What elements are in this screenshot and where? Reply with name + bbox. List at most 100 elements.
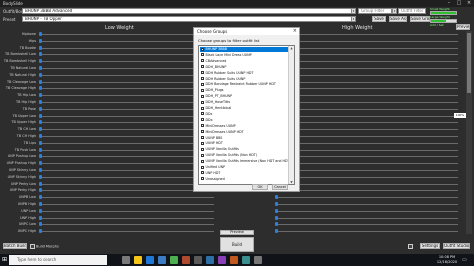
group-checkbox[interactable]	[201, 106, 204, 110]
high-weight-slider-track[interactable]	[276, 204, 458, 205]
low-weight-slider-track[interactable]	[40, 142, 214, 144]
preview-button[interactable]: Preview	[456, 24, 470, 30]
group-checkbox[interactable]	[201, 136, 204, 139]
high-weight-slider-track[interactable]	[276, 88, 458, 90]
minimize-icon[interactable]: –	[444, 0, 454, 7]
group-checkbox[interactable]	[201, 130, 204, 134]
group-list-item[interactable]: CBAdvanced	[200, 59, 288, 64]
low-weight-slider-track[interactable]	[40, 95, 214, 97]
low-weight-slider-track[interactable]	[40, 122, 214, 124]
group-list-item[interactable]: UNP HDT	[200, 171, 288, 176]
group-checkbox[interactable]	[201, 147, 204, 151]
outfit-studio-button[interactable]: Outfit Studio	[443, 243, 470, 249]
low-weight-slider-track[interactable]	[40, 197, 214, 199]
preset-dropdown[interactable]: BHUNP - TB Opper	[22, 16, 352, 22]
low-weight-slider-handle[interactable]	[39, 32, 42, 36]
low-weight-slider-handle[interactable]	[39, 154, 42, 159]
low-weight-slider-handle[interactable]	[39, 147, 42, 152]
low-weight-slider-track[interactable]	[40, 115, 214, 117]
high-weight-slider-track[interactable]	[276, 197, 458, 199]
low-weight-slider-handle[interactable]	[39, 174, 42, 179]
group-list-item[interactable]: DDx	[200, 118, 288, 123]
preset-dropdown-arrow-icon[interactable]: ▾	[351, 16, 356, 22]
high-weight-slider-track[interactable]	[276, 47, 458, 49]
group-checkbox[interactable]	[201, 124, 204, 128]
low-weight-slider-track[interactable]	[40, 149, 214, 151]
group-checkbox[interactable]	[201, 153, 204, 157]
high-weight-slider-track[interactable]	[276, 176, 458, 178]
low-weight-slider-handle[interactable]	[39, 120, 42, 125]
high-weight-slider-handle[interactable]	[275, 222, 278, 227]
low-weight-slider-track[interactable]	[40, 136, 214, 137]
notifications-icon[interactable]: ▭	[462, 257, 467, 263]
high-weight-slider-track[interactable]	[276, 81, 458, 83]
low-weight-slider-handle[interactable]	[39, 202, 42, 206]
low-weight-slider-handle[interactable]	[39, 161, 42, 166]
low-weight-slider-track[interactable]	[40, 88, 214, 90]
high-weight-slider-track[interactable]	[276, 183, 458, 185]
group-checkbox[interactable]	[201, 71, 204, 75]
high-weight-slider-track[interactable]	[276, 210, 458, 212]
group-list-item[interactable]: DDH_BHUNP	[200, 65, 288, 70]
low-weight-slider-handle[interactable]	[39, 59, 42, 64]
bodyslide-icon[interactable]	[254, 256, 262, 264]
taskbar-search[interactable]: Type here to search	[9, 255, 107, 265]
group-list-item[interactable]: UUNP HDT	[200, 141, 288, 146]
low-weight-slider-handle[interactable]	[39, 168, 42, 172]
low-weight-slider-handle[interactable]	[39, 52, 42, 57]
low-weight-slider-track[interactable]	[40, 176, 214, 178]
low-weight-slider-handle[interactable]	[39, 113, 42, 118]
high-weight-slider-track[interactable]	[276, 217, 458, 219]
high-weight-slider-handle[interactable]	[275, 202, 278, 206]
outfit-dropdown[interactable]: BHUNP 3BBB Advanced	[22, 8, 352, 14]
edge-icon[interactable]	[146, 256, 154, 264]
outfit-dropdown-arrow-icon[interactable]: ▾	[351, 8, 356, 14]
low-weight-slider-track[interactable]	[40, 102, 214, 103]
outfit-filter-input[interactable]: Outfit Filter	[398, 8, 426, 14]
group-list-item[interactable]: DDH_Plugs	[200, 88, 288, 93]
high-weight-slider-track[interactable]	[276, 34, 458, 35]
build-button[interactable]: Build	[220, 237, 254, 252]
low-weight-slider-handle[interactable]	[39, 215, 42, 220]
low-weight-slider-track[interactable]	[40, 108, 214, 110]
group-list-item[interactable]: MiniDresses UUNP	[200, 124, 288, 129]
settings-button[interactable]: Settings	[420, 243, 440, 249]
group-checkbox[interactable]	[201, 177, 204, 181]
group-list-item[interactable]: MiniDresses UUNP HDT	[200, 130, 288, 135]
low-weight-slider-track[interactable]	[40, 224, 214, 226]
group-checkbox[interactable]	[201, 47, 204, 51]
maximize-icon[interactable]: □	[454, 0, 464, 7]
low-weight-slider-track[interactable]	[40, 47, 214, 49]
group-checkbox[interactable]	[201, 82, 204, 86]
low-weight-slider-track[interactable]	[40, 170, 214, 171]
high-weight-slider-track[interactable]	[276, 149, 458, 151]
low-weight-slider-handle[interactable]	[39, 38, 42, 43]
dialog-close-icon[interactable]: ×	[293, 28, 297, 35]
save-button[interactable]: Save	[372, 16, 386, 22]
group-list-item[interactable]: DDs	[200, 112, 288, 117]
preview-bottom-button[interactable]: Preview	[220, 230, 254, 235]
group-checkbox[interactable]	[201, 59, 204, 63]
system-clock[interactable]: 10:08 PM 12/16/2020	[436, 255, 458, 264]
high-weight-slider-handle[interactable]	[275, 195, 278, 200]
low-weight-slider-track[interactable]	[40, 163, 214, 165]
low-weight-slider-track[interactable]	[40, 204, 214, 205]
high-weight-value[interactable]: 100%	[454, 112, 466, 118]
group-list-item[interactable]: Unassigned	[200, 177, 288, 182]
high-weight-slider-track[interactable]	[276, 190, 458, 192]
cancel-button[interactable]: Cancel	[272, 184, 288, 190]
group-checkbox[interactable]	[201, 77, 204, 80]
steam-icon[interactable]	[206, 256, 214, 264]
low-weight-slider-handle[interactable]	[39, 72, 42, 77]
scrollbar-thumb[interactable]	[467, 33, 471, 93]
batch-build-button[interactable]: Batch Build...	[3, 243, 27, 249]
group-checkbox[interactable]	[201, 88, 204, 92]
high-weight-slider-track[interactable]	[276, 122, 458, 124]
low-weight-slider-handle[interactable]	[39, 222, 42, 227]
windows-start-icon[interactable]: ⊞	[2, 256, 7, 263]
group-list-item[interactable]: UUNP Vanilla Outfits Immersive (Non HDT …	[200, 159, 288, 164]
settings-checkbox[interactable]	[408, 244, 414, 249]
listbox-scrollbar[interactable]: ▲ ▼	[288, 46, 294, 184]
low-weight-slider-track[interactable]	[40, 190, 214, 192]
low-weight-slider-track[interactable]	[40, 183, 214, 185]
